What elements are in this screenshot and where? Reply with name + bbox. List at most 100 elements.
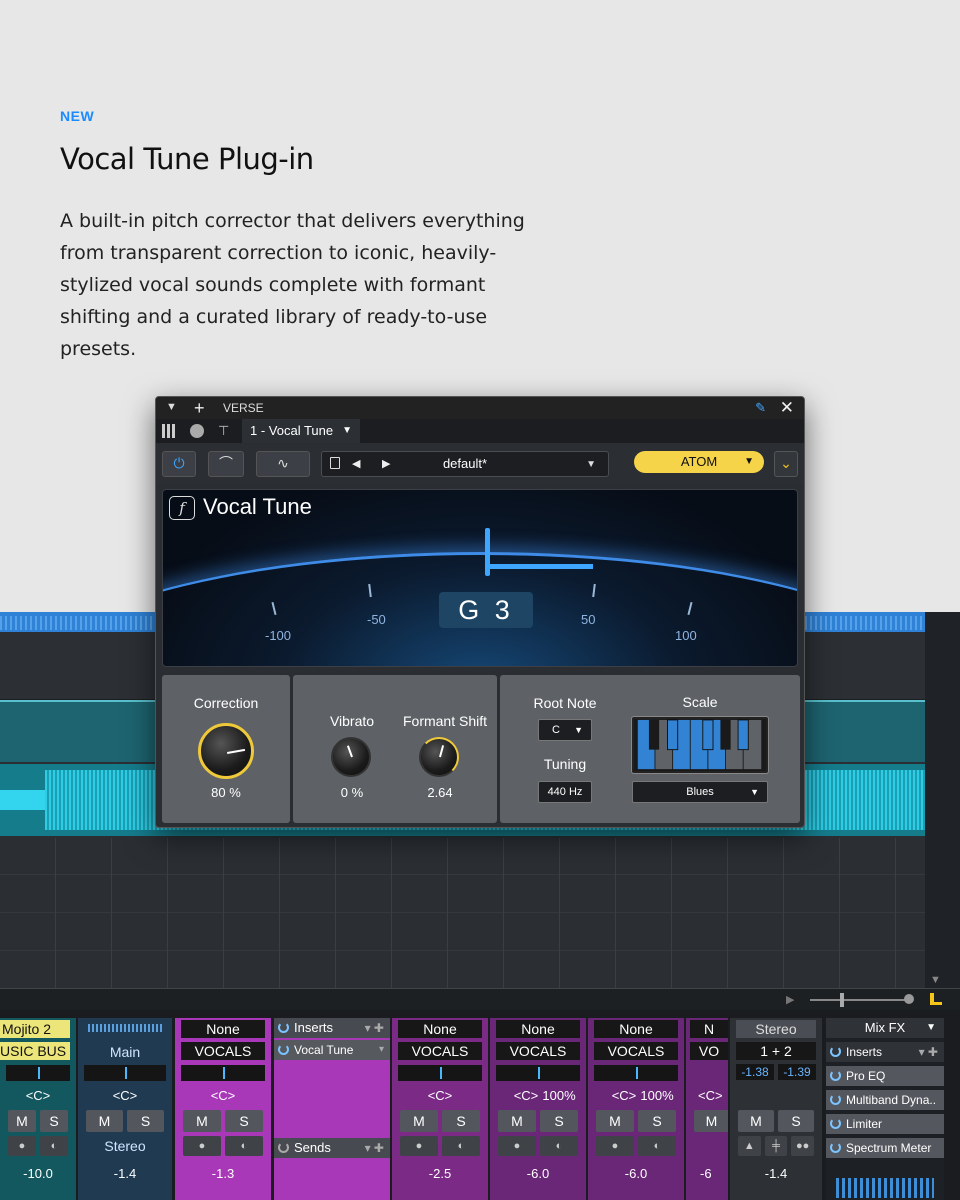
collapse-icon[interactable]: ▼ <box>166 401 177 413</box>
mute-button[interactable]: M <box>498 1110 536 1132</box>
pan-slider[interactable] <box>398 1065 482 1081</box>
chevron-down-icon[interactable]: ▼ <box>926 1018 936 1038</box>
monitor-icon[interactable]: ● <box>183 1136 221 1156</box>
metronome-icon[interactable]: ▲ <box>738 1136 761 1156</box>
tuning-field[interactable]: 440 Hz <box>538 781 592 803</box>
channel-output[interactable]: 1 + 2 <box>736 1042 816 1060</box>
plugin-instance-select[interactable]: 1 - Vocal Tune ▼ <box>242 419 360 443</box>
compare-button[interactable]: ⌒ <box>208 451 244 477</box>
automation-button[interactable]: ∿ <box>256 451 310 477</box>
power-icon[interactable] <box>278 1044 289 1055</box>
close-icon[interactable]: ✕ <box>780 398 794 418</box>
mute-button[interactable]: M <box>596 1110 634 1132</box>
power-icon[interactable] <box>278 1022 289 1033</box>
monitor-icon[interactable]: ● <box>400 1136 438 1156</box>
input-icon[interactable]: ╪ <box>764 1136 788 1156</box>
inserts-header[interactable]: Inserts ▾ ✚ <box>274 1018 390 1038</box>
add-icon[interactable]: + <box>194 397 205 419</box>
add-insert-icon[interactable]: ▾ ✚ <box>919 1042 938 1062</box>
power-icon[interactable] <box>830 1070 841 1081</box>
channel-input[interactable]: Stereo <box>736 1020 816 1038</box>
monitor-icon[interactable]: ● <box>596 1136 634 1156</box>
solo-button[interactable]: S <box>225 1110 263 1132</box>
mute-button[interactable]: M <box>86 1110 123 1132</box>
solo-button[interactable]: S <box>40 1110 68 1132</box>
mixfx-inserts-header[interactable]: Inserts ▾ ✚ <box>826 1042 944 1062</box>
add-send-icon[interactable]: ▾ ✚ <box>365 1138 384 1158</box>
correction-knob[interactable] <box>198 723 254 779</box>
pin-icon[interactable]: ✎ <box>755 400 766 416</box>
channel-input[interactable]: None <box>181 1020 265 1038</box>
zoom-slider-track[interactable] <box>810 999 910 1001</box>
channel-input[interactable]: None <box>496 1020 580 1038</box>
zoom-end-icon[interactable] <box>904 994 914 1004</box>
mixfx-slot[interactable]: Pro EQ <box>826 1066 944 1086</box>
solo-button[interactable]: S <box>127 1110 164 1132</box>
channel-output[interactable]: Main <box>86 1044 164 1060</box>
snap-icon[interactable] <box>930 993 942 1005</box>
channel-mode[interactable]: Stereo <box>86 1138 164 1154</box>
solo-button[interactable]: S <box>778 1110 814 1132</box>
bypass-button[interactable]: ⏻ <box>162 451 196 477</box>
input-icon[interactable]: ◐ <box>442 1136 480 1156</box>
input-icon[interactable]: ◐ <box>638 1136 676 1156</box>
power-icon[interactable] <box>830 1142 841 1153</box>
mute-button[interactable]: M <box>8 1110 36 1132</box>
vibrato-knob[interactable] <box>331 737 371 777</box>
channel-name[interactable]: Mojito 2 <box>0 1020 70 1038</box>
routing-icon[interactable]: ⊤ <box>218 424 232 438</box>
channel-input[interactable]: N <box>690 1020 728 1038</box>
power-icon[interactable] <box>830 1046 841 1057</box>
monitor-icon[interactable]: ● <box>498 1136 536 1156</box>
channel-output[interactable]: VOCALS <box>496 1042 580 1060</box>
mixfx-slot[interactable]: Multiband Dyna.. <box>826 1090 944 1110</box>
channel-input[interactable]: None <box>594 1020 678 1038</box>
mixfx-slot[interactable]: Spectrum Meter <box>826 1138 944 1158</box>
solo-button[interactable]: S <box>442 1110 480 1132</box>
channel-output[interactable]: VOCALS <box>398 1042 482 1060</box>
solo-button[interactable]: S <box>638 1110 676 1132</box>
channel-output[interactable]: VOCALS <box>181 1042 265 1060</box>
mixfx-title[interactable]: Mix FX ▼ <box>826 1018 944 1038</box>
input-icon[interactable]: ◐ <box>40 1136 68 1156</box>
mute-button[interactable]: M <box>183 1110 221 1132</box>
input-icon[interactable]: ◐ <box>225 1136 263 1156</box>
power-icon[interactable] <box>830 1118 841 1129</box>
scale-select[interactable]: Blues ▼ <box>632 781 768 803</box>
add-insert-icon[interactable]: ▾ ✚ <box>365 1018 384 1038</box>
channel-bus[interactable]: USIC BUS <box>0 1042 70 1060</box>
channel-output[interactable]: VOCALS <box>594 1042 678 1060</box>
scroll-down-icon[interactable]: ▼ <box>930 974 941 986</box>
power-icon[interactable] <box>278 1142 289 1153</box>
pan-slider[interactable] <box>84 1065 166 1081</box>
solo-button[interactable]: S <box>540 1110 578 1132</box>
power-icon[interactable] <box>830 1094 841 1105</box>
preset-selector[interactable]: ◀ ▶ default* ▼ <box>321 451 609 477</box>
dial-icon[interactable] <box>190 424 204 438</box>
channel-output[interactable]: VO <box>690 1042 728 1060</box>
channel-input[interactable]: None <box>398 1020 482 1038</box>
sends-header[interactable]: Sends ▾ ✚ <box>274 1138 390 1158</box>
pan-slider[interactable] <box>6 1065 70 1081</box>
insert-slot[interactable]: Vocal Tune ▾ <box>274 1040 390 1060</box>
chevron-down-icon[interactable]: ▾ <box>379 1040 384 1060</box>
expand-button[interactable]: ⌄ <box>774 451 798 477</box>
pan-slider[interactable] <box>496 1065 580 1081</box>
vertical-scrollbar[interactable] <box>925 612 960 992</box>
root-note-select[interactable]: C ▼ <box>538 719 592 741</box>
scale-keyboard[interactable] <box>632 717 768 773</box>
mute-button[interactable]: M <box>400 1110 438 1132</box>
mixfx-slot[interactable]: Limiter <box>826 1114 944 1134</box>
input-icon[interactable]: ◐ <box>540 1136 578 1156</box>
mute-button[interactable]: M <box>738 1110 774 1132</box>
mute-button[interactable]: M <box>694 1110 728 1132</box>
pan-slider[interactable] <box>181 1065 265 1081</box>
formant-knob[interactable] <box>419 737 459 777</box>
play-icon[interactable]: ▶ <box>786 993 794 1006</box>
pan-slider[interactable] <box>594 1065 678 1081</box>
atom-style-select[interactable]: ATOM ▼ <box>634 451 764 473</box>
plugin-title-bar[interactable]: ▼ + VERSE ✎ ✕ <box>156 397 804 419</box>
monitor-icon[interactable]: ● <box>8 1136 36 1156</box>
link-icon[interactable]: ●● <box>791 1136 815 1156</box>
mixer-view-icon[interactable] <box>162 424 176 438</box>
